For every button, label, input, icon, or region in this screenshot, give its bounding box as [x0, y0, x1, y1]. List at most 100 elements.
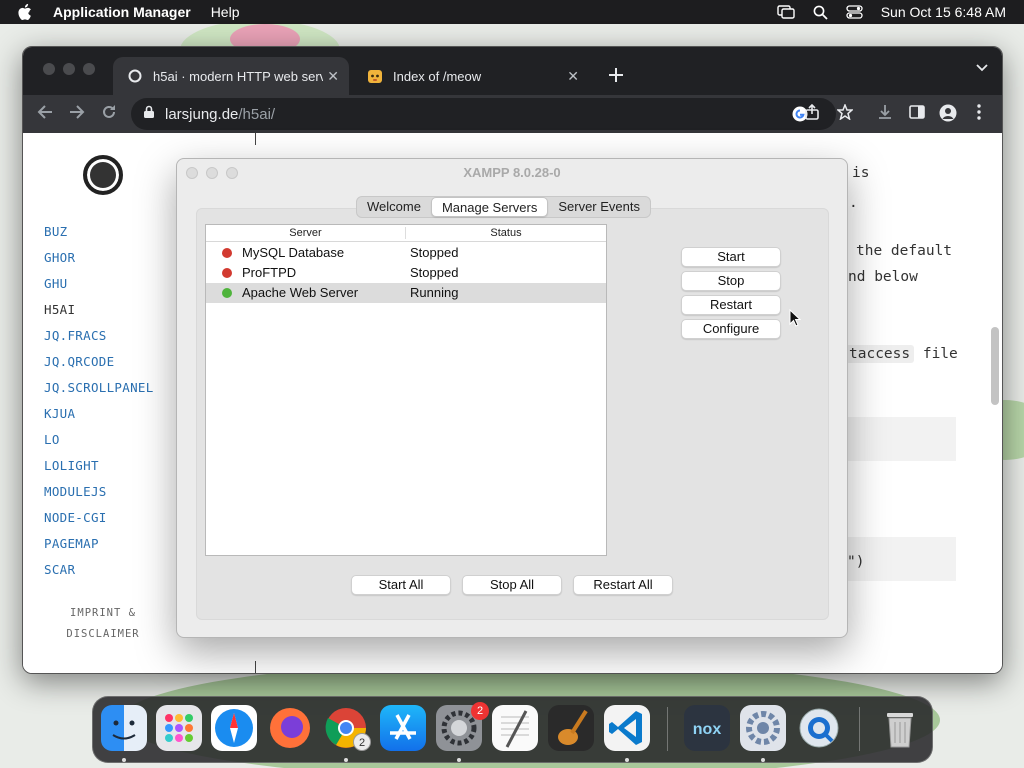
text-fragment: taccess file	[845, 345, 958, 363]
window-close-button[interactable]	[43, 63, 55, 75]
restart-button[interactable]: Restart	[681, 295, 781, 315]
finder-icon[interactable]	[101, 705, 147, 751]
menubar-clock[interactable]: Sun Oct 15 6:48 AM	[881, 4, 1006, 20]
browser-tab-h5ai[interactable]: h5ai · modern HTTP web serv ✕	[113, 57, 349, 95]
imprint-line: IMPRINT &	[70, 607, 136, 619]
tab-strip: h5ai · modern HTTP web serv ✕ Index of /…	[23, 47, 1002, 95]
cat-favicon-icon	[367, 68, 383, 84]
content-divider	[255, 133, 256, 145]
content-divider	[255, 661, 256, 673]
table-header: Server Status	[206, 225, 606, 242]
server-table: Server Status MySQL Database Stopped Pro…	[205, 224, 607, 556]
chrome-badge: 2	[353, 733, 371, 751]
text-fragment: file	[922, 346, 958, 362]
sidebar-link-jq-qrcode[interactable]: JQ.QRCODE	[44, 354, 114, 369]
running-indicator	[761, 758, 765, 762]
new-tab-icon[interactable]	[609, 62, 623, 88]
restart-all-button[interactable]: Restart All	[573, 575, 673, 595]
configure-button[interactable]: Configure	[681, 319, 781, 339]
forward-arrow-icon[interactable]	[69, 104, 85, 125]
column-header-status[interactable]: Status	[406, 227, 606, 239]
h5ai-favicon-icon	[127, 68, 143, 84]
text-fragment: nd below	[848, 269, 918, 285]
launchpad-icon[interactable]	[156, 705, 202, 751]
menu-help[interactable]: Help	[211, 4, 240, 20]
browser-tab-meow[interactable]: Index of /meow ✕	[353, 57, 589, 95]
tab-manage-servers[interactable]: Manage Servers	[430, 197, 549, 217]
sidebar-link-modulejs[interactable]: MODULEJS	[44, 484, 107, 499]
profile-avatar-icon[interactable]	[939, 104, 957, 127]
status-stopped-icon	[222, 268, 232, 278]
download-icon[interactable]	[877, 104, 893, 125]
tab-server-events[interactable]: Server Events	[548, 197, 650, 217]
imprint-link[interactable]: IMPRINT & DISCLAIMER	[23, 603, 183, 645]
nox-icon[interactable]: nox	[684, 705, 730, 751]
disclaimer-line: DISCLAIMER	[66, 628, 140, 640]
sidebar-link-lo[interactable]: LO	[44, 432, 60, 447]
tab-welcome[interactable]: Welcome	[357, 197, 431, 217]
firefox-icon[interactable]	[267, 705, 313, 751]
tab-search-chevron-icon[interactable]	[976, 61, 988, 79]
table-row[interactable]: ProFTPD Stopped	[206, 263, 606, 283]
kebab-menu-icon[interactable]	[977, 104, 981, 125]
dock: 2 2 nox	[92, 696, 933, 763]
apple-menu-icon[interactable]	[18, 3, 36, 21]
mouse-pointer-icon	[789, 308, 802, 332]
column-header-server[interactable]: Server	[206, 227, 405, 239]
tab-close-icon[interactable]: ✕	[327, 68, 339, 85]
table-row[interactable]: Apache Web Server Running	[206, 283, 606, 303]
share-icon[interactable]	[805, 103, 819, 125]
url-host: larsjung.de	[165, 105, 239, 123]
bookmark-star-icon[interactable]	[836, 102, 854, 125]
sidebar-link-pagemap[interactable]: PAGEMAP	[44, 536, 99, 551]
sidebar-link-kjua[interactable]: KJUA	[44, 406, 75, 421]
start-all-button[interactable]: Start All	[351, 575, 451, 595]
server-status: Stopped	[410, 265, 459, 280]
side-panel-icon[interactable]	[909, 104, 925, 125]
sidebar-link-buz[interactable]: BUZ	[44, 224, 67, 239]
reload-icon[interactable]	[101, 104, 117, 125]
page-scrollbar[interactable]	[991, 327, 999, 405]
app-store-icon[interactable]	[380, 705, 426, 751]
inline-code: taccess	[845, 345, 915, 363]
sidebar-link-jq-scrollpanel[interactable]: JQ.SCROLLPANEL	[44, 380, 154, 395]
trash-icon[interactable]	[877, 705, 923, 751]
settings-badge: 2	[471, 702, 489, 720]
spotlight-search-icon[interactable]	[813, 5, 828, 20]
sidebar-link-node-cgi[interactable]: NODE-CGI	[44, 510, 107, 525]
table-row[interactable]: MySQL Database Stopped	[206, 243, 606, 263]
dock-separator	[667, 707, 668, 751]
active-app-name[interactable]: Application Manager	[53, 4, 191, 20]
stop-button[interactable]: Stop	[681, 271, 781, 291]
server-name: MySQL Database	[242, 245, 345, 260]
garageband-icon[interactable]	[548, 705, 594, 751]
running-indicator	[122, 758, 126, 762]
quicktime-icon[interactable]	[796, 705, 842, 751]
screen-mirroring-icon[interactable]	[777, 5, 795, 19]
xampp-window: XAMPP 8.0.28-0 Welcome Manage Servers Se…	[176, 158, 848, 638]
stop-all-button[interactable]: Stop All	[462, 575, 562, 595]
control-center-icon[interactable]	[846, 5, 863, 19]
server-status: Running	[410, 285, 459, 300]
sidebar-link-scar[interactable]: SCAR	[44, 562, 75, 577]
tab-close-icon[interactable]: ✕	[567, 68, 579, 85]
sidebar-link-h5ai[interactable]: H5AI	[44, 302, 75, 317]
safari-icon[interactable]	[211, 705, 257, 751]
sidebar-link-lolight[interactable]: LOLIGHT	[44, 458, 99, 473]
lock-icon[interactable]	[143, 105, 155, 123]
sidebar-link-ghu[interactable]: GHU	[44, 276, 67, 291]
sidebar-link-ghor[interactable]: GHOR	[44, 250, 75, 265]
vscode-icon[interactable]	[604, 705, 650, 751]
start-button[interactable]: Start	[681, 247, 781, 267]
sidebar-link-jq-fracs[interactable]: JQ.FRACS	[44, 328, 107, 343]
server-name: ProFTPD	[242, 265, 297, 280]
textedit-icon[interactable]	[492, 705, 538, 751]
window-minimize-button[interactable]	[63, 63, 75, 75]
browser-toolbar: larsjung.de/h5ai/	[23, 95, 1002, 133]
window-zoom-button[interactable]	[83, 63, 95, 75]
back-arrow-icon[interactable]	[37, 104, 53, 125]
address-bar[interactable]: larsjung.de/h5ai/	[131, 98, 836, 130]
h5ai-logo-icon[interactable]	[83, 155, 123, 195]
menu-bar: Application Manager Help Sun Oct 15 6:48…	[0, 0, 1024, 24]
xampp-manager-icon[interactable]	[740, 705, 786, 751]
